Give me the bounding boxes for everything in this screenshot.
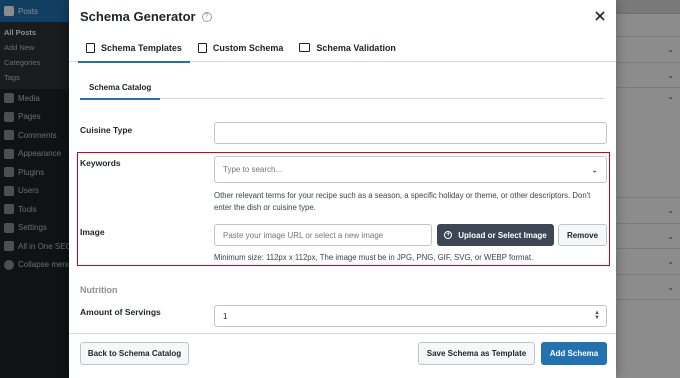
- back-to-catalog-button[interactable]: Back to Schema Catalog: [80, 342, 189, 365]
- servings-input[interactable]: 1 ▲ ▼: [214, 305, 607, 327]
- save-as-template-button[interactable]: Save Schema as Template: [418, 342, 535, 365]
- modal-footer: Back to Schema Catalog Save Schema as Te…: [69, 333, 616, 378]
- subtab-schema-catalog[interactable]: Schema Catalog: [80, 75, 161, 100]
- keywords-description: Other relevant terms for your recipe suc…: [214, 190, 609, 214]
- number-stepper-icon[interactable]: ▲ ▼: [594, 310, 600, 321]
- code-file-icon: [197, 42, 207, 53]
- close-icon: [595, 11, 605, 21]
- keywords-description-line: enter the dish or cuisine type.: [214, 203, 316, 212]
- schema-generator-modal: Schema Generator ? Schema Templates Cust…: [69, 0, 616, 378]
- cuisine-type-input[interactable]: [214, 122, 607, 144]
- image-label: Image: [80, 227, 105, 237]
- modal-title: Schema Generator: [80, 9, 196, 24]
- schema-subtabs: Schema Catalog: [80, 75, 605, 100]
- image-hint: Minimum size: 112px x 112px, The image m…: [214, 253, 534, 262]
- servings-label: Amount of Servings: [80, 307, 161, 317]
- tab-custom-schema[interactable]: Custom Schema: [190, 33, 292, 62]
- document-icon: [86, 42, 95, 53]
- close-button[interactable]: [592, 8, 608, 24]
- tab-label: Schema Templates: [101, 42, 182, 53]
- keywords-placeholder: Type to search...: [223, 165, 283, 174]
- nutrition-section-title: Nutrition: [80, 285, 118, 295]
- terminal-icon: [299, 43, 311, 52]
- modal-header: Schema Generator ?: [69, 0, 616, 33]
- keywords-label: Keywords: [80, 158, 121, 168]
- image-url-input[interactable]: Paste your image URL or select a new ima…: [214, 224, 432, 246]
- modal-body: Schema Catalog Cuisine Type Keywords Typ…: [69, 62, 616, 333]
- keywords-description-line: Other relevant terms for your recipe suc…: [214, 191, 591, 200]
- tab-label: Custom Schema: [212, 42, 284, 53]
- servings-value: 1: [223, 311, 228, 321]
- schema-tabs: Schema Templates Custom Schema Schema Va…: [69, 33, 616, 63]
- tab-label: Schema Validation: [316, 42, 396, 53]
- chevron-down-icon: ⌄: [591, 165, 598, 174]
- help-icon[interactable]: ?: [201, 11, 212, 22]
- tab-schema-templates[interactable]: Schema Templates: [78, 33, 190, 63]
- upload-image-button[interactable]: + Upload or Select Image: [437, 224, 554, 246]
- plus-circle-icon: +: [444, 231, 453, 239]
- keywords-select[interactable]: Type to search... ⌄: [214, 156, 607, 183]
- upload-button-label: Upload or Select Image: [458, 230, 547, 240]
- tab-schema-validation[interactable]: Schema Validation: [291, 33, 404, 62]
- remove-image-button[interactable]: Remove: [558, 224, 607, 246]
- add-schema-button[interactable]: Add Schema: [541, 342, 607, 365]
- cuisine-type-label: Cuisine Type: [80, 125, 133, 135]
